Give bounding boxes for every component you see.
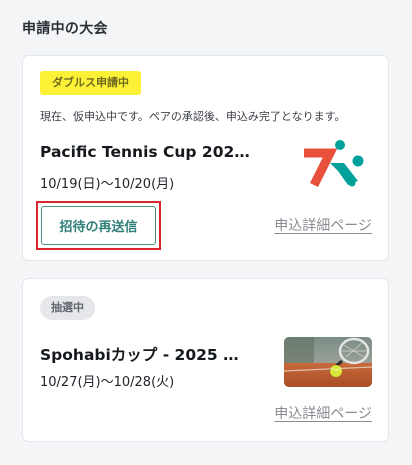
- event-date: 10/27(月)〜10/28(火): [40, 375, 175, 390]
- status-badge: 抽選中: [40, 296, 95, 320]
- event-date: 10/19(日)〜10/20(月): [40, 177, 175, 192]
- status-badge: ダブルス申請中: [40, 71, 141, 95]
- application-details-link[interactable]: 申込詳細ページ: [274, 403, 372, 423]
- tennis-court-thumbnail: [284, 337, 372, 387]
- application-notice: 現在、仮申込中です。ペアの承認後、申込み完了となります。: [40, 110, 346, 123]
- application-details-link[interactable]: 申込詳細ページ: [274, 215, 372, 235]
- event-name[interactable]: Spohabiカップ - 2025 …: [40, 343, 239, 365]
- event-logo-icon: [304, 140, 364, 188]
- section-title: 申請中の大会: [22, 21, 108, 37]
- resend-highlight: 招待の再送信: [36, 201, 161, 250]
- event-name[interactable]: Pacific Tennis Cup 202…: [40, 143, 250, 161]
- resend-invitation-button[interactable]: 招待の再送信: [41, 206, 156, 245]
- tournament-card: 抽選中 Spohabiカップ - 2025 … 10/27(月)〜10/28(火…: [22, 278, 389, 442]
- tournament-card: ダブルス申請中 現在、仮申込中です。ペアの承認後、申込み完了となります。 Pac…: [22, 55, 389, 261]
